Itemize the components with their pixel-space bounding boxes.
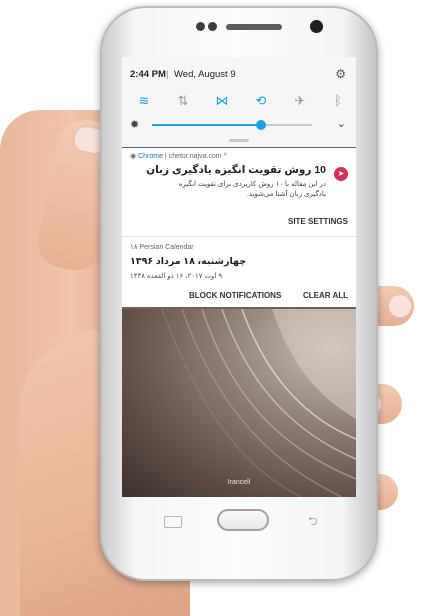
brightness-thumb[interactable] <box>255 120 266 130</box>
chrome-notification-title: 10 روش تقویت انگیزه یادگیری زبان <box>146 164 326 176</box>
chrome-notification[interactable]: ◉ Chrome | chetor.najva.com ^ 10 روش تقو… <box>122 148 356 237</box>
site-settings-button[interactable]: SITE SETTINGS <box>288 217 348 226</box>
recent-apps-key[interactable] <box>164 516 182 528</box>
calendar-notification[interactable]: ۱۸ Persian Calendar چهارشنبه، ۱۸ مرداد ۱… <box>122 237 356 307</box>
mobile-data-icon[interactable]: ⇅ <box>173 92 193 110</box>
earpiece <box>226 24 282 30</box>
phone-device: 2:44 PM | Wed, August 9 ⚙ ≋ ⇅ ⋈ ⟲ ✈ ᛒ ✹ … <box>100 6 378 581</box>
brightness-fill <box>152 124 261 126</box>
calendar-notification-title: چهارشنبه، ۱۸ مرداد ۱۳۹۶ <box>130 256 247 267</box>
site-logo-icon: ➤ <box>334 167 348 181</box>
caret-up-icon[interactable]: ^ <box>224 153 227 160</box>
chrome-notification-body: در این مقاله با ۱۰ روش کاربردی برای تقوی… <box>178 181 326 198</box>
brightness-row: ✹ ⌄ <box>128 117 350 133</box>
quick-toggle-row: ≋ ⇅ ⋈ ⟲ ✈ ᛒ <box>128 92 350 110</box>
gear-icon[interactable]: ⚙ <box>335 67 346 81</box>
bluetooth-icon[interactable]: ᛒ <box>328 92 348 110</box>
wallpaper-waves <box>161 309 356 497</box>
sound-off-icon[interactable]: ⋈ <box>212 92 232 110</box>
proximity-sensor <box>196 22 205 31</box>
status-date: Wed, August 9 <box>174 69 236 80</box>
chrome-source: chetor.najva.com <box>168 153 222 160</box>
calendar-notification-subtitle: ۹ اوت ۲۰۱۷، ۱۶ ذو القعده ۱۴۳۸ <box>130 273 223 280</box>
status-time: 2:44 PM <box>130 69 166 80</box>
calendar-app-name: Persian Calendar <box>139 244 194 251</box>
chevron-down-icon[interactable]: ⌄ <box>337 117 346 130</box>
quick-settings-panel: 2:44 PM | Wed, August 9 ⚙ ≋ ⇅ ⋈ ⟲ ✈ ᛒ ✹ … <box>122 57 356 147</box>
chrome-notification-header: ◉ Chrome | chetor.najva.com ^ <box>130 152 227 160</box>
chrome-app-name: Chrome <box>138 153 163 160</box>
front-camera <box>310 20 323 33</box>
back-key-icon[interactable]: ⮌ <box>308 512 318 533</box>
calendar-notification-header: ۱۸ Persian Calendar <box>130 243 194 251</box>
brightness-icon: ✹ <box>130 119 140 131</box>
block-notifications-button[interactable]: BLOCK NOTIFICATIONS <box>189 291 281 300</box>
status-separator: | <box>166 69 169 80</box>
wifi-icon[interactable]: ≋ <box>134 92 154 110</box>
lockscreen-wallpaper: Irancell <box>122 309 356 497</box>
auto-rotate-icon[interactable]: ⟲ <box>251 92 271 110</box>
carrier-label: Irancell <box>227 479 251 486</box>
brightness-slider[interactable] <box>152 120 312 130</box>
notification-actions: BLOCK NOTIFICATIONS CLEAR ALL <box>122 291 356 305</box>
phone-screen: 2:44 PM | Wed, August 9 ⚙ ≋ ⇅ ⋈ ⟲ ✈ ᛒ ✹ … <box>122 57 356 497</box>
chrome-icon: ◉ <box>130 153 137 160</box>
calendar-day-badge: ۱۸ <box>130 244 138 251</box>
clear-all-button[interactable]: CLEAR ALL <box>303 291 348 300</box>
panel-drag-handle[interactable] <box>229 139 249 142</box>
home-button[interactable] <box>217 509 269 531</box>
light-sensor <box>208 22 217 31</box>
airplane-mode-icon[interactable]: ✈ <box>290 92 310 110</box>
status-bar: 2:44 PM | Wed, August 9 ⚙ <box>130 67 348 83</box>
